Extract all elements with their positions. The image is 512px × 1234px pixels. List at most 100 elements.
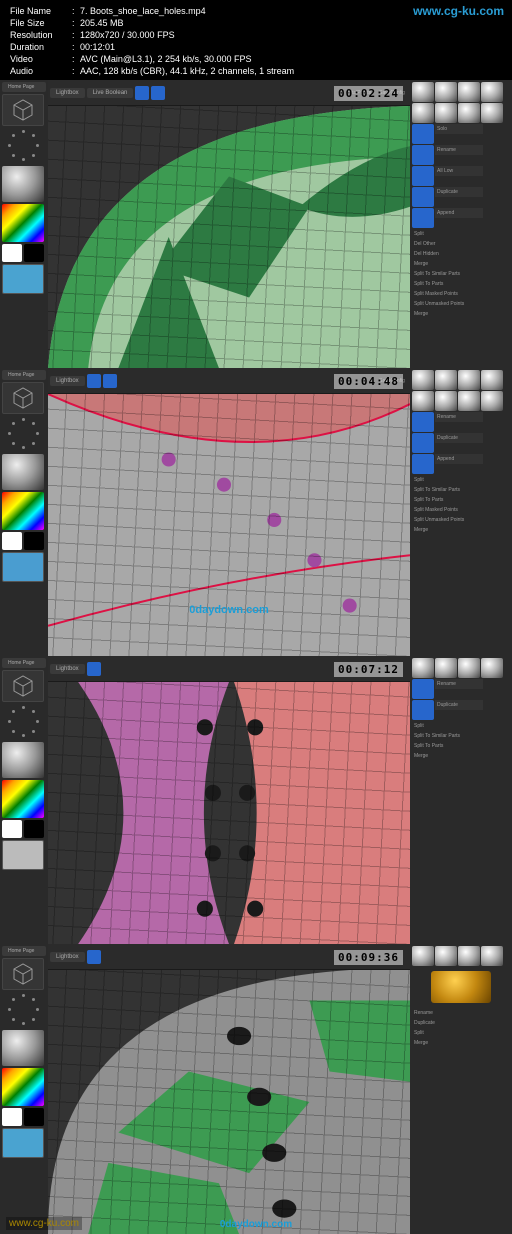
matcap-icon[interactable] [458, 391, 480, 411]
subtool-item[interactable] [412, 412, 434, 432]
white-swatch[interactable] [2, 820, 22, 838]
brush-preview[interactable] [2, 840, 44, 870]
subtool-label[interactable]: All Low [435, 166, 483, 176]
subtool-label[interactable]: Rename [435, 412, 483, 422]
brush-preview[interactable] [2, 552, 44, 582]
quickpick-wheel[interactable] [8, 418, 40, 450]
matcap-icon[interactable] [458, 82, 480, 102]
cube-tool-icon[interactable] [2, 958, 44, 990]
menu-item[interactable]: Split To Parts [412, 741, 510, 750]
black-swatch[interactable] [24, 532, 44, 550]
subtool-label[interactable]: Rename [435, 145, 483, 155]
quickpick-wheel[interactable] [8, 130, 40, 162]
toolbar-icon[interactable] [103, 374, 117, 388]
viewport-3d[interactable]: 0daydown.com [48, 394, 410, 656]
gold-matcap-icon[interactable] [431, 971, 491, 1003]
viewport-3d[interactable] [48, 682, 410, 944]
lightbox-tab[interactable]: Lightbox [50, 952, 85, 962]
toolbar-icon[interactable] [87, 950, 101, 964]
matcap-icon[interactable] [481, 103, 503, 123]
matcap-icon[interactable] [412, 658, 434, 678]
menu-item[interactable]: Split Unmasked Points [412, 515, 510, 524]
color-picker[interactable] [2, 492, 44, 530]
menu-item[interactable]: Split To Parts [412, 279, 510, 288]
menu-item[interactable]: Split [412, 1028, 510, 1037]
matcap-icon[interactable] [458, 946, 480, 966]
menu-item[interactable]: Split Masked Points [412, 505, 510, 514]
menu-item[interactable]: Split Masked Points [412, 289, 510, 298]
material-preview[interactable] [2, 166, 44, 202]
subtool-item[interactable] [412, 700, 434, 720]
material-preview[interactable] [2, 742, 44, 778]
color-picker[interactable] [2, 1068, 44, 1106]
menu-item[interactable]: Duplicate [412, 1018, 510, 1027]
home-tab[interactable]: Home Page [2, 82, 46, 92]
subtool-item[interactable] [412, 187, 434, 207]
menu-item[interactable]: Split To Parts [412, 495, 510, 504]
white-swatch[interactable] [2, 244, 22, 262]
black-swatch[interactable] [24, 244, 44, 262]
toolbar-icon[interactable] [135, 86, 149, 100]
cube-tool-icon[interactable] [2, 670, 44, 702]
white-swatch[interactable] [2, 1108, 22, 1126]
subtool-item[interactable] [412, 454, 434, 474]
color-picker[interactable] [2, 780, 44, 818]
toolbar-icon[interactable] [87, 662, 101, 676]
matcap-icon[interactable] [412, 391, 434, 411]
matcap-icon[interactable] [481, 391, 503, 411]
subtool-item[interactable] [412, 208, 434, 228]
home-tab[interactable]: Home Page [2, 946, 46, 956]
subtool-label[interactable]: Solo [435, 124, 483, 134]
menu-item[interactable]: Rename [412, 1008, 510, 1017]
matcap-icon[interactable] [435, 391, 457, 411]
matcap-icon[interactable] [481, 370, 503, 390]
menu-item[interactable]: Merge [412, 309, 510, 318]
menu-item[interactable]: Del Other [412, 239, 510, 248]
toolbar-icon[interactable] [151, 86, 165, 100]
matcap-icon[interactable] [481, 82, 503, 102]
matcap-icon[interactable] [412, 370, 434, 390]
material-preview[interactable] [2, 454, 44, 490]
menu-item[interactable]: Del Hidden [412, 249, 510, 258]
menu-item[interactable]: Split To Similar Parts [412, 269, 510, 278]
home-tab[interactable]: Home Page [2, 658, 46, 668]
matcap-icon[interactable] [458, 103, 480, 123]
lightbox-tab[interactable]: Lightbox [50, 88, 85, 98]
menu-item[interactable]: Split Unmasked Points [412, 299, 510, 308]
menu-item[interactable]: Split [412, 229, 510, 238]
live-boolean-tab[interactable]: Live Boolean [87, 88, 134, 98]
subtool-label[interactable]: Duplicate [435, 433, 483, 443]
cube-tool-icon[interactable] [2, 382, 44, 414]
menu-item[interactable]: Split [412, 721, 510, 730]
subtool-label[interactable]: Append [435, 454, 483, 464]
cube-tool-icon[interactable] [2, 94, 44, 126]
subtool-label[interactable]: Rename [435, 679, 483, 689]
matcap-icon[interactable] [458, 370, 480, 390]
matcap-icon[interactable] [435, 370, 457, 390]
matcap-icon[interactable] [435, 103, 457, 123]
matcap-icon[interactable] [458, 658, 480, 678]
subtool-label[interactable]: Duplicate [435, 700, 483, 710]
matcap-icon[interactable] [435, 946, 457, 966]
matcap-icon[interactable] [412, 82, 434, 102]
black-swatch[interactable] [24, 820, 44, 838]
white-swatch[interactable] [2, 532, 22, 550]
subtool-item[interactable] [412, 166, 434, 186]
menu-item[interactable]: Merge [412, 259, 510, 268]
toolbar-icon[interactable] [87, 374, 101, 388]
quickpick-wheel[interactable] [8, 994, 40, 1026]
subtool-label[interactable]: Duplicate [435, 187, 483, 197]
matcap-icon[interactable] [435, 658, 457, 678]
material-preview[interactable] [2, 1030, 44, 1066]
menu-item[interactable]: Split To Similar Parts [412, 485, 510, 494]
matcap-icon[interactable] [481, 946, 503, 966]
lightbox-tab[interactable]: Lightbox [50, 664, 85, 674]
matcap-icon[interactable] [481, 658, 503, 678]
home-tab[interactable]: Home Page [2, 370, 46, 380]
viewport-3d[interactable] [48, 970, 410, 1234]
lightbox-tab[interactable]: Lightbox [50, 376, 85, 386]
menu-item[interactable]: Merge [412, 751, 510, 760]
matcap-icon[interactable] [435, 82, 457, 102]
color-picker[interactable] [2, 204, 44, 242]
menu-item[interactable]: Split To Similar Parts [412, 731, 510, 740]
